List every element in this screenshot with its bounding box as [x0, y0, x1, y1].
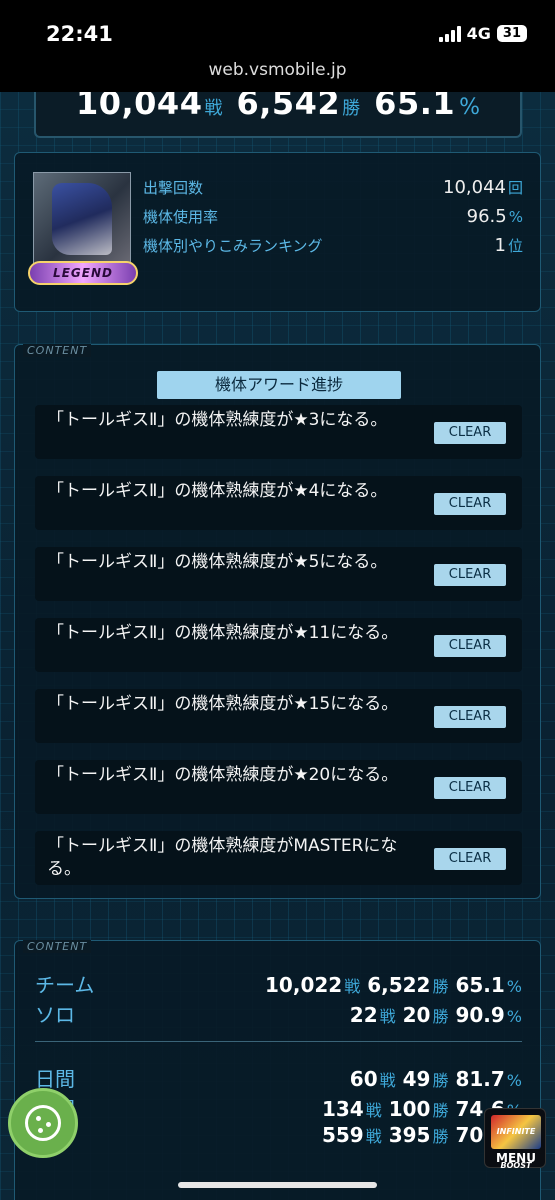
award-item: 「トールギスⅡ」の機体熟練度が★5になる。 CLEAR [35, 547, 522, 601]
info-row-sorties: 出撃回数 10,044 回 [143, 177, 523, 206]
award-text: 「トールギスⅡ」の機体熟練度が★4になる。 [47, 481, 388, 501]
page-content: 10,044 戦 6,542 勝 65.1% LEGEND 出撃回数 10,044 回… [0, 92, 555, 1200]
clear-button[interactable]: CLEAR [434, 848, 506, 870]
rate-unit: % [459, 95, 481, 120]
percent-unit: % [506, 1007, 522, 1026]
url-bar[interactable]: web.vsmobile.jp [0, 60, 555, 80]
summary-rate: 65.1 [374, 92, 456, 122]
award-item: 「トールギスⅡ」の機体熟練度が★20になる。 CLEAR [35, 760, 522, 814]
info-row-ranking[interactable]: 機体別やりこみランキング 1位 [143, 235, 523, 264]
info-value: 96.5 [466, 206, 507, 227]
record-rate: 81.7 [455, 1067, 505, 1091]
clear-button[interactable]: CLEAR [434, 493, 506, 515]
record-battles: 134 [321, 1097, 364, 1121]
clear-button[interactable]: CLEAR [434, 422, 506, 444]
record-row-team: チーム 10,022 戦 6,522 勝 65.1% [35, 969, 522, 998]
win-unit: 勝 [432, 977, 449, 996]
divider [35, 1041, 522, 1042]
record-battles: 10,022 [265, 973, 343, 997]
unit-info-list: 出撃回数 10,044 回 機体使用率 96.5% 機体別やりこみランキング 1位 [143, 177, 523, 264]
record-rate: 90.9 [455, 1003, 505, 1027]
record-battles: 22 [349, 1003, 378, 1027]
win-unit: 勝 [432, 1101, 449, 1120]
clear-button[interactable]: CLEAR [434, 635, 506, 657]
info-label: 機体使用率 [143, 208, 219, 226]
award-item: 「トールギスⅡ」の機体熟練度が★15になる。 CLEAR [35, 689, 522, 743]
legend-badge: LEGEND [28, 261, 138, 285]
record-row-monthly: 559戦 395勝 70.7% [35, 1123, 522, 1147]
info-label: 機体別やりこみランキング [143, 237, 323, 255]
cookie-settings-button[interactable] [8, 1088, 78, 1158]
cookie-icon [25, 1105, 61, 1141]
menu-label: MENU [496, 1151, 536, 1165]
status-bar: 22:41 4G 31 web.vsmobile.jp [0, 0, 555, 92]
win-unit: 勝 [432, 1007, 449, 1026]
info-unit: % [508, 208, 523, 226]
info-value: 1 [494, 235, 506, 256]
win-unit: 勝 [432, 1071, 449, 1090]
award-text: 「トールギスⅡ」の機体熟練度がMASTERになる。 [47, 836, 398, 879]
info-value: 10,044 [443, 177, 506, 198]
award-panel: CONTENT 機体アワード進捗 「トールギスⅡ」の機体熟練度が★3になる。 C… [14, 344, 541, 899]
status-icons: 4G 31 [438, 24, 527, 43]
info-unit: 回 [507, 179, 523, 197]
signal-icon [438, 25, 461, 42]
record-row-weekly: 週間 134戦 100勝 74.6% [35, 1093, 522, 1122]
info-row-usage: 機体使用率 96.5% [143, 206, 523, 235]
award-item: 「トールギスⅡ」の機体熟練度が★11になる。 CLEAR [35, 618, 522, 672]
award-text: 「トールギスⅡ」の機体熟練度が★20になる。 [47, 765, 399, 785]
game-logo-icon: INFINITE BOOST [491, 1115, 541, 1170]
clear-button[interactable]: CLEAR [434, 777, 506, 799]
record-label: チーム [35, 973, 95, 997]
award-item: 「トールギスⅡ」の機体熟練度が★4になる。 CLEAR [35, 476, 522, 530]
record-label: ソロ [35, 1003, 75, 1027]
summary-wins: 6,542 [236, 92, 341, 122]
info-unit: 位 [507, 237, 523, 255]
record-row-solo: ソロ 22 戦 20 勝 90.9% [35, 999, 522, 1028]
percent-unit: % [506, 977, 522, 996]
battle-unit: 戦 [379, 1071, 396, 1090]
record-battles: 559 [321, 1123, 364, 1147]
battle-unit: 戦 [365, 1101, 382, 1120]
win-unit: 勝 [432, 1127, 449, 1146]
battle-unit: 戦 [365, 1127, 382, 1146]
record-panel: CONTENT チーム 10,022 戦 6,522 勝 65.1% ソロ 22 戦 … [14, 940, 541, 1200]
percent-unit: % [506, 1071, 522, 1090]
unit-thumbnail[interactable] [33, 172, 131, 266]
battles-unit: 戦 [204, 98, 223, 119]
status-time: 22:41 [46, 22, 113, 46]
award-text: 「トールギスⅡ」の機体熟練度が★3になる。 [47, 410, 388, 430]
record-wins: 49 [402, 1067, 431, 1091]
network-label: 4G [466, 24, 491, 43]
record-row-daily: 日間 60 戦 49 勝 81.7% [35, 1063, 522, 1092]
content-tag: CONTENT [23, 344, 92, 357]
award-text: 「トールギスⅡ」の機体熟練度が★5になる。 [47, 552, 388, 572]
award-text: 「トールギスⅡ」の機体熟練度が★11になる。 [47, 623, 399, 643]
record-wins: 20 [402, 1003, 431, 1027]
battle-unit: 戦 [344, 977, 361, 996]
summary-stats: 10,044 戦 6,542 勝 65.1% [34, 92, 522, 138]
wins-unit: 勝 [342, 98, 361, 119]
summary-battles: 10,044 [75, 92, 203, 122]
award-title: 機体アワード進捗 [157, 371, 401, 399]
home-indicator[interactable] [178, 1182, 377, 1188]
record-battles: 60 [349, 1067, 378, 1091]
unit-info-panel: LEGEND 出撃回数 10,044 回 機体使用率 96.5% 機体別やりこみラ… [14, 152, 541, 312]
award-text: 「トールギスⅡ」の機体熟練度が★15になる。 [47, 694, 399, 714]
record-wins: 100 [388, 1097, 431, 1121]
content-tag: CONTENT [23, 940, 92, 953]
battle-unit: 戦 [379, 1007, 396, 1026]
battery-icon: 31 [496, 25, 527, 42]
clear-button[interactable]: CLEAR [434, 706, 506, 728]
award-item: 「トールギスⅡ」の機体熟練度がMASTERになる。 CLEAR [35, 831, 522, 885]
clear-button[interactable]: CLEAR [434, 564, 506, 586]
record-rate: 65.1 [455, 973, 505, 997]
award-item: 「トールギスⅡ」の機体熟練度が★3になる。 CLEAR [35, 405, 522, 459]
record-wins: 6,522 [367, 973, 431, 997]
record-wins: 395 [388, 1123, 431, 1147]
menu-button[interactable]: INFINITE BOOST MENU [484, 1108, 546, 1170]
info-label: 出撃回数 [143, 179, 204, 197]
